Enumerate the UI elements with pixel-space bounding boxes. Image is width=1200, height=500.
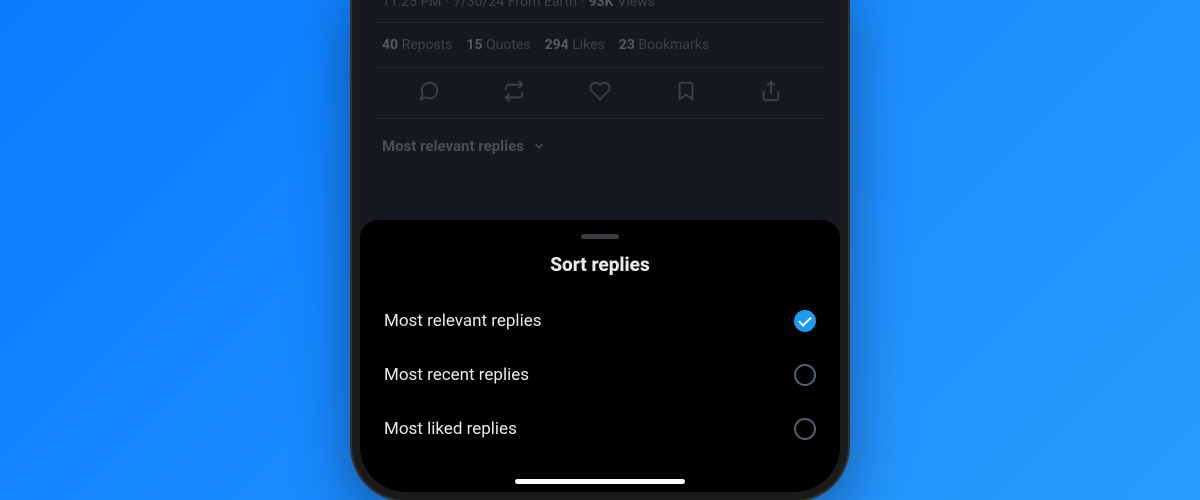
meta-date: 7/30/24 xyxy=(453,0,504,10)
sort-trigger-label: Most relevant replies xyxy=(382,137,524,155)
radio-unselected-icon xyxy=(794,364,816,386)
sort-option-relevant[interactable]: Most relevant replies xyxy=(378,294,822,348)
stat-reposts[interactable]: 40 Reposts xyxy=(382,37,453,53)
meta-time: 11:25 PM xyxy=(382,0,441,10)
chevron-down-icon xyxy=(532,139,546,153)
sheet-grabber[interactable] xyxy=(581,234,619,239)
bookmark-icon[interactable] xyxy=(675,80,697,106)
sort-option-label: Most recent replies xyxy=(384,365,529,385)
stat-quotes[interactable]: 15 Quotes xyxy=(467,37,531,53)
sort-option-label: Most liked replies xyxy=(384,419,517,439)
sort-option-recent[interactable]: Most recent replies xyxy=(378,348,822,402)
meta-views-label: Views xyxy=(617,0,655,10)
sheet-title: Sort replies xyxy=(378,253,822,276)
stat-bookmarks[interactable]: 23 Bookmarks xyxy=(619,37,709,53)
sort-option-label: Most relevant replies xyxy=(384,311,542,331)
screen: 11:25 PM · 7/30/24 From Earth · 93K View… xyxy=(360,0,840,492)
tweet-meta: 11:25 PM · 7/30/24 From Earth · 93K View… xyxy=(376,0,824,22)
stat-likes[interactable]: 294 Likes xyxy=(545,37,605,53)
phone-frame: 11:25 PM · 7/30/24 From Earth · 93K View… xyxy=(352,0,848,500)
sort-replies-sheet: Sort replies Most relevant replies Most … xyxy=(360,220,840,492)
tweet-stats: 40 Reposts 15 Quotes 294 Likes 23 Bookma… xyxy=(376,22,824,67)
dimmed-background: 11:25 PM · 7/30/24 From Earth · 93K View… xyxy=(360,0,840,173)
sort-trigger[interactable]: Most relevant replies xyxy=(376,119,824,173)
tweet-actions xyxy=(376,67,824,119)
meta-views-count: 93K xyxy=(589,0,614,10)
share-icon[interactable] xyxy=(760,80,782,106)
sort-option-liked[interactable]: Most liked replies xyxy=(378,402,822,456)
radio-unselected-icon xyxy=(794,418,816,440)
meta-source: From Earth xyxy=(508,0,577,10)
home-indicator[interactable] xyxy=(515,479,685,484)
repost-icon[interactable] xyxy=(503,80,525,106)
radio-selected-icon xyxy=(794,310,816,332)
reply-icon[interactable] xyxy=(418,80,440,106)
like-icon[interactable] xyxy=(589,80,611,106)
